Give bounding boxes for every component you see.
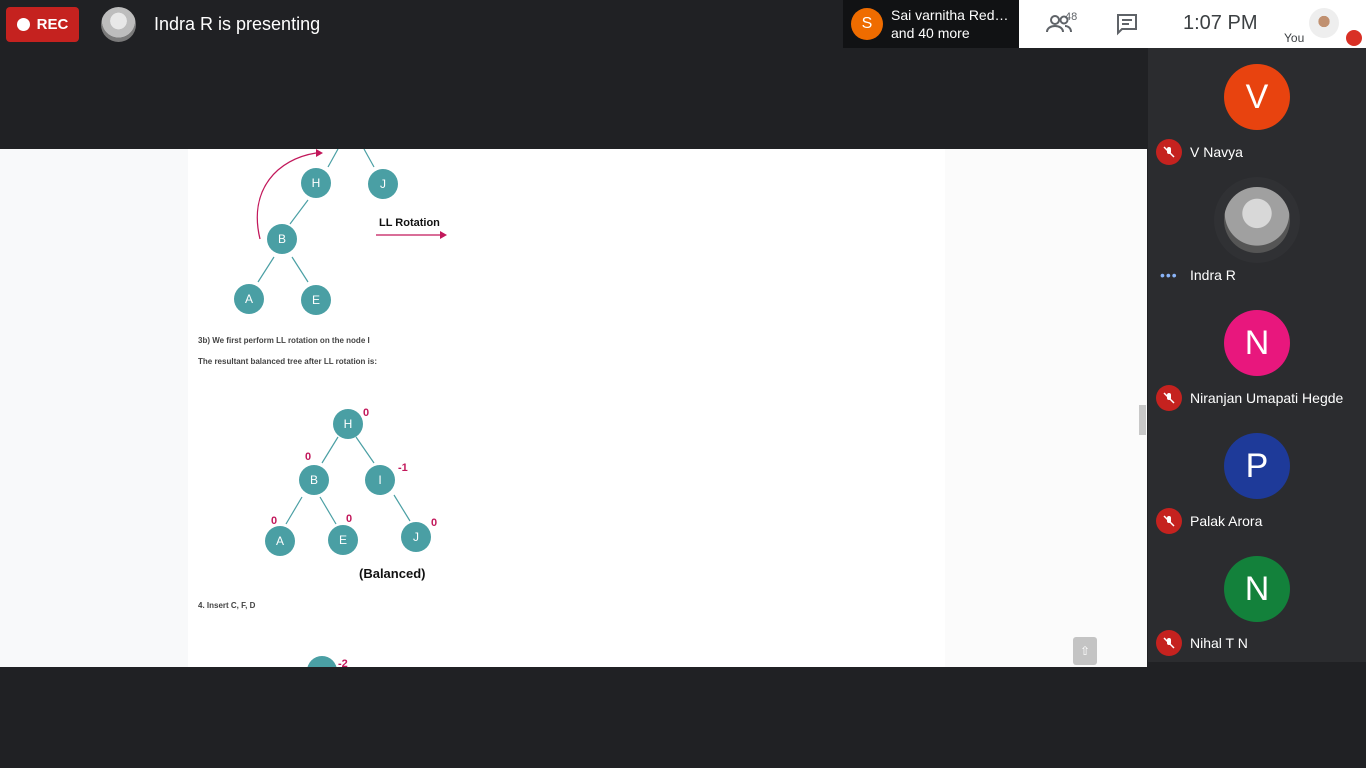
participant-avatar: N [1224, 556, 1290, 622]
node-label: J [380, 177, 386, 191]
node-label: E [339, 533, 347, 547]
mic-off-icon [1156, 139, 1182, 165]
node-label: E [312, 293, 320, 307]
participant-name: Palak Arora [1190, 513, 1263, 529]
presenter-avatar [101, 7, 136, 42]
participant-avatar: P [1224, 433, 1290, 499]
slide-right-margin [945, 149, 1147, 667]
participant-name: Indra R [1190, 267, 1236, 283]
speaking-indicator-icon: ••• [1160, 267, 1178, 283]
mic-off-icon [1156, 508, 1182, 534]
slide-left-margin [0, 149, 188, 667]
balance-factor: 0 [271, 515, 277, 527]
node-label: B [278, 232, 286, 246]
rec-label: REC [36, 16, 69, 33]
clock-time: 1:07 PM [1183, 12, 1258, 34]
participant-count: 48 [1065, 11, 1078, 23]
presenting-text: Indra R is presenting [154, 14, 321, 34]
node-label: B [310, 473, 318, 487]
mic-off-icon [1346, 30, 1362, 46]
self-avatar[interactable] [1309, 8, 1339, 38]
balance-factor: 0 [363, 407, 369, 419]
node-label: A [245, 292, 253, 306]
participant-name: Niranjan Umapati Hegde [1190, 390, 1344, 406]
mic-off-icon [1156, 385, 1182, 411]
participant-avatar: N [1224, 310, 1290, 376]
joiner-more: and 40 more [891, 25, 970, 41]
meeting-top-bar: REC Indra R is presenting S Sai varnitha… [0, 0, 1366, 48]
step-4-text: 4. Insert C, F, D [198, 601, 256, 610]
mic-off-icon [1156, 630, 1182, 656]
node-label: J [413, 530, 419, 544]
participants-panel: V V Navya ••• Indra R N Niranjan Umapati… [1148, 48, 1366, 662]
ll-rotation-label: LL Rotation [379, 217, 440, 229]
avl-tree-diagram: H J B A E H B I A E J 0 0 -1 0 0 0 -2 [234, 149, 447, 667]
resultant-text: The resultant balanced tree after LL rot… [198, 357, 377, 366]
participant-name: V Navya [1190, 144, 1243, 160]
joiner-avatar: S [851, 8, 883, 40]
scroll-to-top-button[interactable]: ⇧ [1073, 637, 1097, 665]
node-label: H [344, 417, 353, 431]
scrollbar[interactable] [1139, 405, 1146, 435]
record-dot-icon [16, 18, 30, 31]
join-notification[interactable]: S Sai varnitha Red… and 40 more [843, 0, 1019, 48]
joiner-name: Sai varnitha Red… [891, 7, 1009, 23]
presentation-screen: H J B A E H B I A E J 0 0 -1 0 0 0 -2 LL… [0, 149, 1147, 667]
participant-avatar: V [1224, 64, 1290, 130]
you-label: You [1284, 31, 1305, 45]
recording-indicator[interactable]: REC [6, 7, 79, 42]
node-label: I [378, 473, 381, 487]
top-right-panel: 48 1:07 PM You [1019, 0, 1366, 48]
node-label: H [312, 176, 321, 190]
participant-avatar [1224, 187, 1290, 253]
balance-factor: 0 [346, 513, 352, 525]
step-3b-text: 3b) We first perform LL rotation on the … [198, 336, 370, 345]
chat-icon[interactable] [1115, 12, 1139, 36]
balance-factor: 0 [305, 451, 311, 463]
balance-factor: 0 [431, 517, 437, 529]
balanced-label: (Balanced) [359, 566, 426, 581]
participant-name: Nihal T N [1190, 635, 1248, 651]
balance-factor: -2 [338, 658, 348, 667]
balance-factor: -1 [398, 462, 408, 474]
node-label: A [276, 534, 284, 548]
